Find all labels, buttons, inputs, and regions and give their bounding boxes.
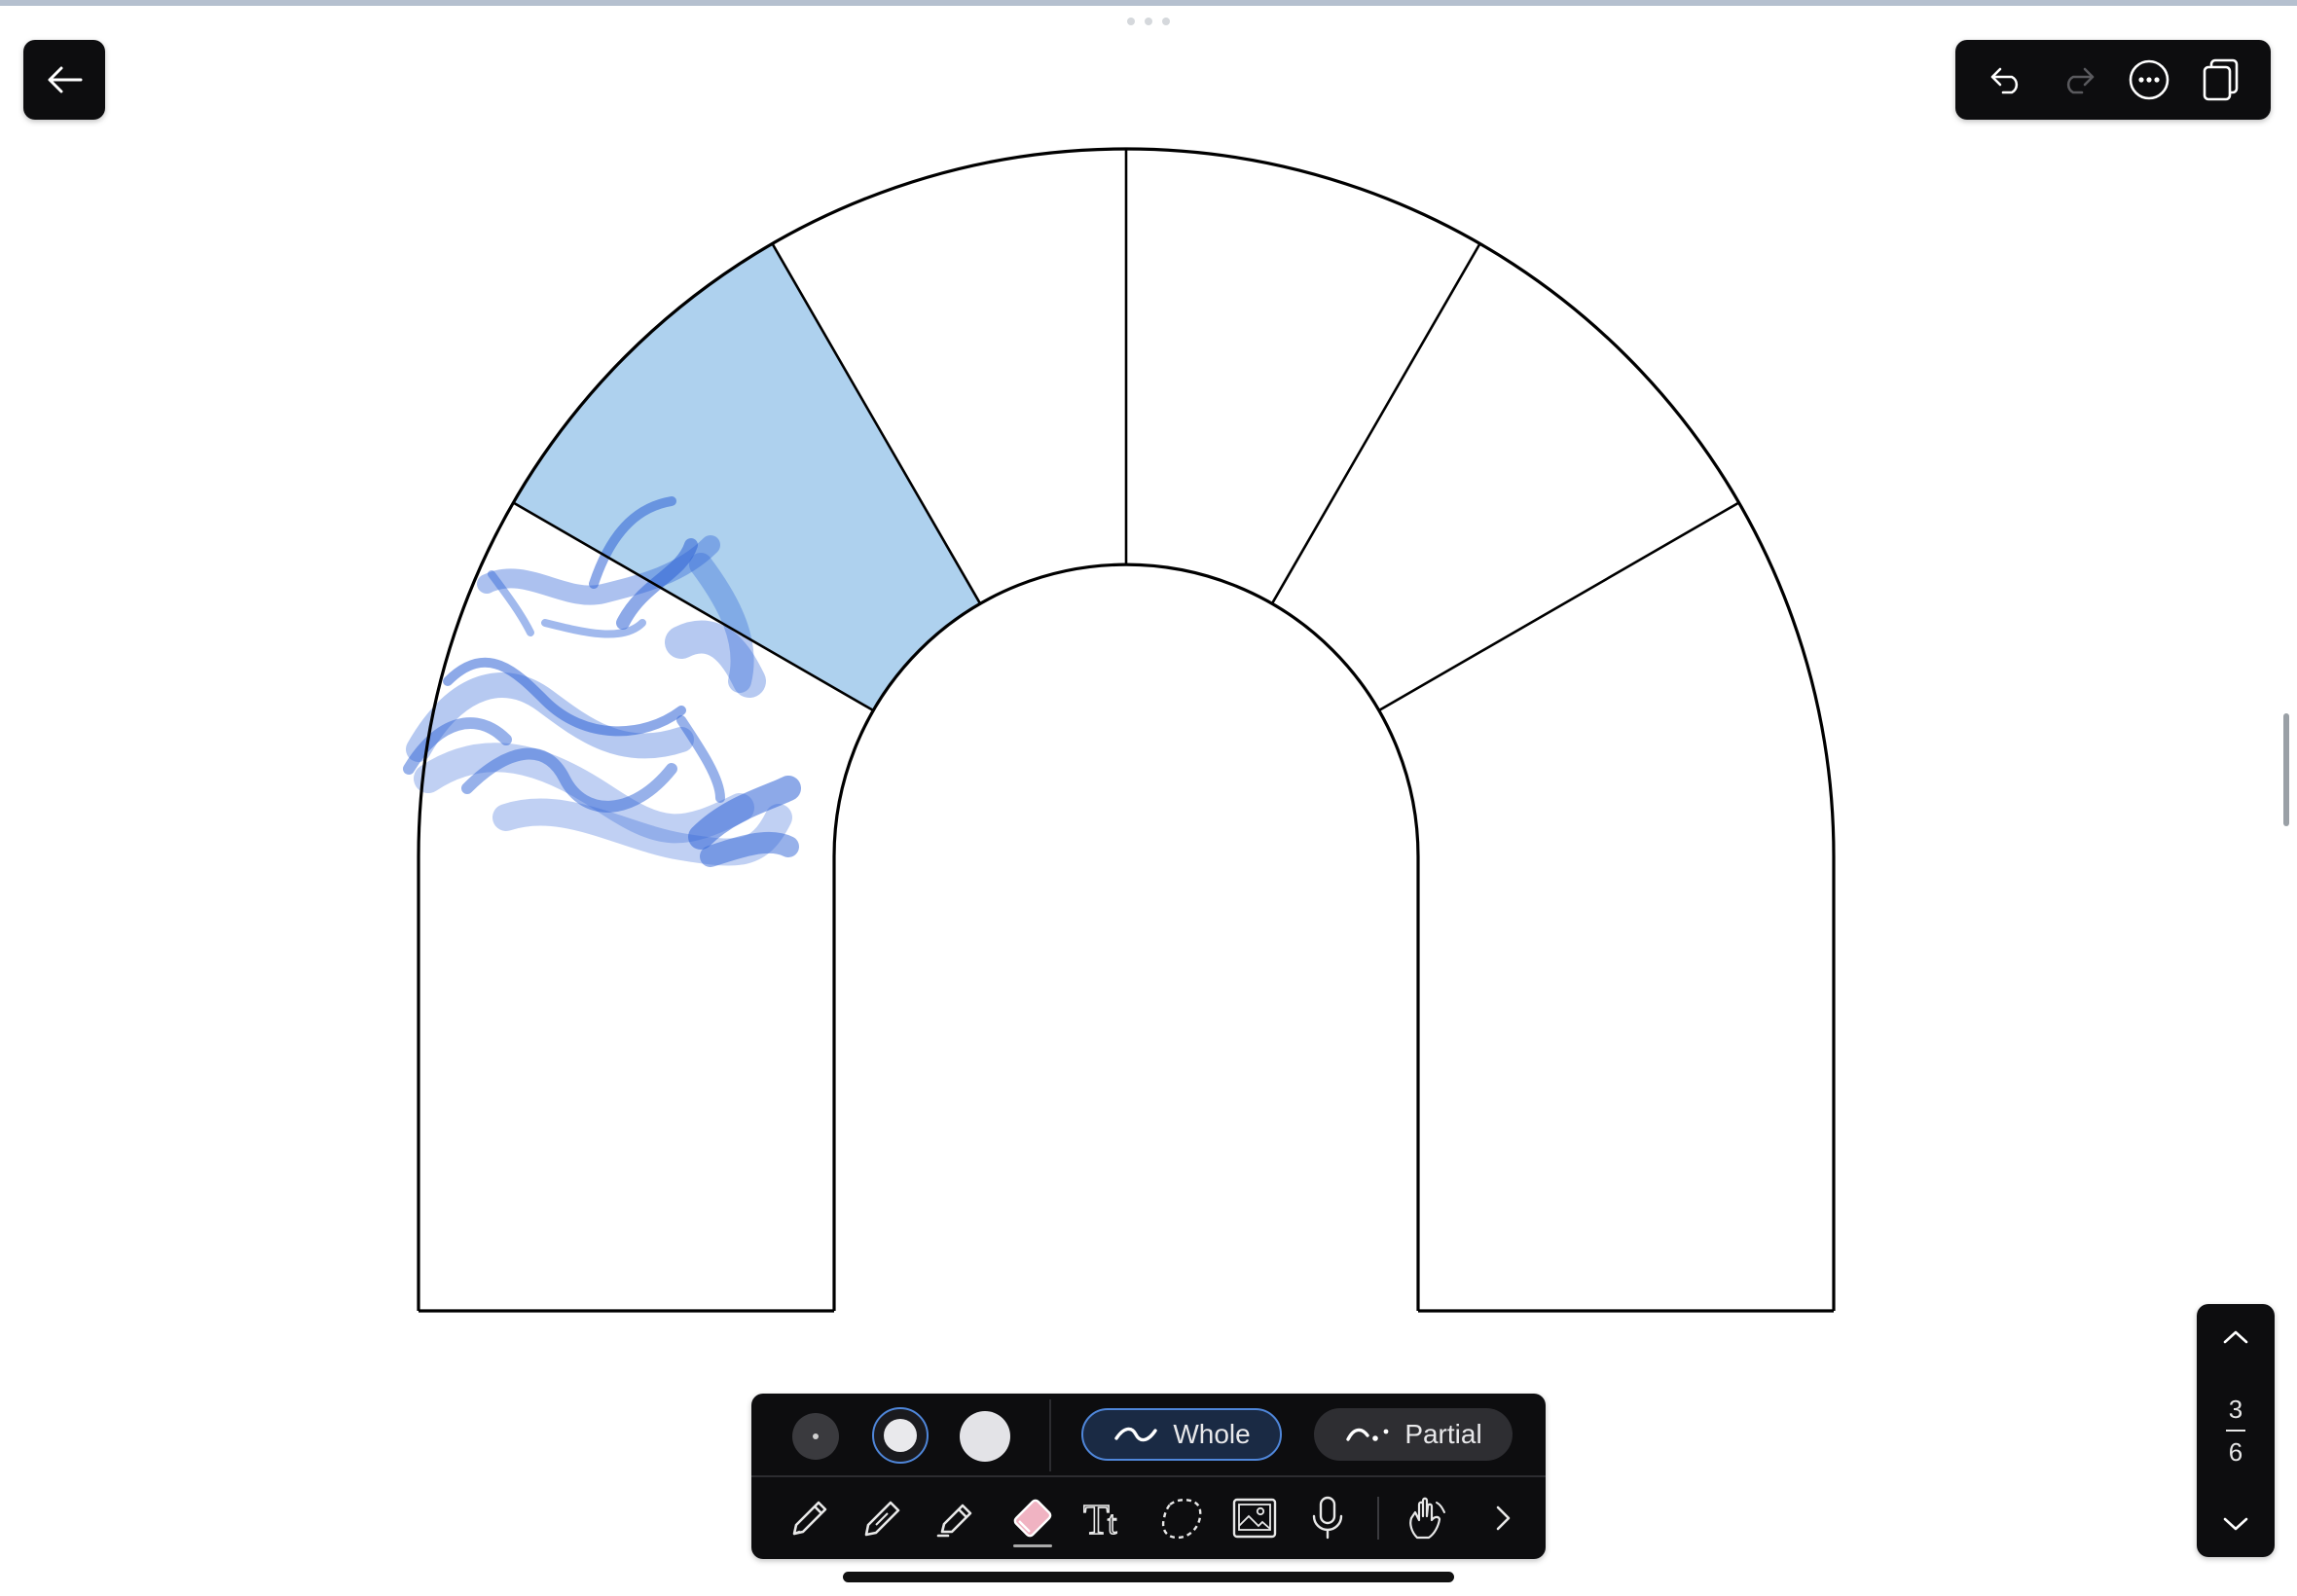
partial-eraser-button[interactable]: Partial bbox=[1314, 1408, 1513, 1461]
pencil-icon bbox=[864, 1501, 900, 1537]
eraser-size-small[interactable] bbox=[792, 1413, 839, 1460]
eraser-options-row: Whole Partial bbox=[751, 1394, 1546, 1475]
text-icon: T t bbox=[1082, 1495, 1118, 1543]
whole-label: Whole bbox=[1173, 1419, 1251, 1449]
more-icon bbox=[2129, 59, 2169, 100]
ink-stroke bbox=[406, 672, 694, 762]
partial-label: Partial bbox=[1404, 1419, 1482, 1449]
microphone-tool-button[interactable] bbox=[1294, 1477, 1361, 1559]
notes-app-screen: 3 6 Whole Partial T t bbox=[0, 0, 2297, 1596]
tools-divider bbox=[1377, 1497, 1379, 1540]
eraser-size-medium[interactable] bbox=[872, 1407, 929, 1464]
lasso-tool-button[interactable] bbox=[1148, 1477, 1215, 1559]
hand-draw-tool-button[interactable] bbox=[1394, 1477, 1460, 1559]
image-tool-button[interactable] bbox=[1221, 1477, 1288, 1559]
ink-stroke bbox=[700, 831, 799, 867]
previous-page-button[interactable] bbox=[2206, 1316, 2265, 1359]
pen-tool-button[interactable] bbox=[777, 1477, 843, 1559]
arrow-left-icon bbox=[48, 66, 83, 93]
ink-stroke bbox=[676, 715, 725, 803]
page-separator bbox=[2226, 1430, 2245, 1432]
chevron-right-icon bbox=[1496, 1505, 1511, 1531]
total-pages: 6 bbox=[2228, 1437, 2243, 1467]
pen-icon bbox=[792, 1501, 827, 1536]
pages-button[interactable] bbox=[2191, 51, 2249, 109]
next-page-button[interactable] bbox=[2206, 1503, 2265, 1545]
pencil-tool-button[interactable] bbox=[850, 1477, 916, 1559]
tool-palette: Whole Partial T t bbox=[751, 1394, 1546, 1559]
page-counter: 3 6 bbox=[2226, 1395, 2245, 1467]
document-toolbar bbox=[1955, 40, 2271, 120]
home-indicator[interactable] bbox=[843, 1572, 1454, 1582]
selected-tool-indicator bbox=[1013, 1544, 1052, 1547]
partial-wave-icon bbox=[1346, 1428, 1389, 1441]
options-divider bbox=[1049, 1399, 1051, 1471]
segment-divider bbox=[1378, 501, 1740, 712]
text-tool-button[interactable]: T t bbox=[1075, 1477, 1141, 1559]
eraser-icon bbox=[1013, 1499, 1052, 1538]
undo-icon bbox=[1990, 67, 2018, 94]
svg-text:t: t bbox=[1108, 1505, 1117, 1542]
eraser-size-large[interactable] bbox=[960, 1411, 1010, 1462]
undo-button[interactable] bbox=[1978, 51, 2036, 109]
page-navigator: 3 6 bbox=[2197, 1304, 2275, 1557]
highlighter-tool-button[interactable] bbox=[923, 1477, 989, 1559]
segment-divider bbox=[1270, 242, 1481, 604]
more-tools-button[interactable] bbox=[1470, 1477, 1536, 1559]
chevron-up-icon bbox=[2223, 1330, 2248, 1344]
hand-draw-icon bbox=[1409, 1497, 1445, 1540]
current-page: 3 bbox=[2228, 1395, 2243, 1424]
whole-eraser-button[interactable]: Whole bbox=[1081, 1408, 1282, 1461]
redo-button[interactable] bbox=[2049, 51, 2107, 109]
chevron-down-icon bbox=[2223, 1517, 2248, 1531]
back-button[interactable] bbox=[23, 40, 105, 120]
inner-arc bbox=[832, 562, 1420, 1311]
highlighter-icon bbox=[936, 1504, 972, 1538]
microphone-icon bbox=[1312, 1496, 1343, 1540]
lasso-icon bbox=[1161, 1499, 1202, 1540]
image-icon bbox=[1232, 1498, 1277, 1539]
drawing-canvas[interactable] bbox=[0, 0, 2297, 1596]
more-options-button[interactable] bbox=[2120, 51, 2178, 109]
vertical-scrollbar[interactable] bbox=[2283, 713, 2289, 826]
redo-icon bbox=[2066, 67, 2094, 94]
wave-icon bbox=[1114, 1427, 1158, 1442]
svg-text:T: T bbox=[1083, 1496, 1110, 1543]
pages-icon bbox=[2203, 58, 2238, 101]
